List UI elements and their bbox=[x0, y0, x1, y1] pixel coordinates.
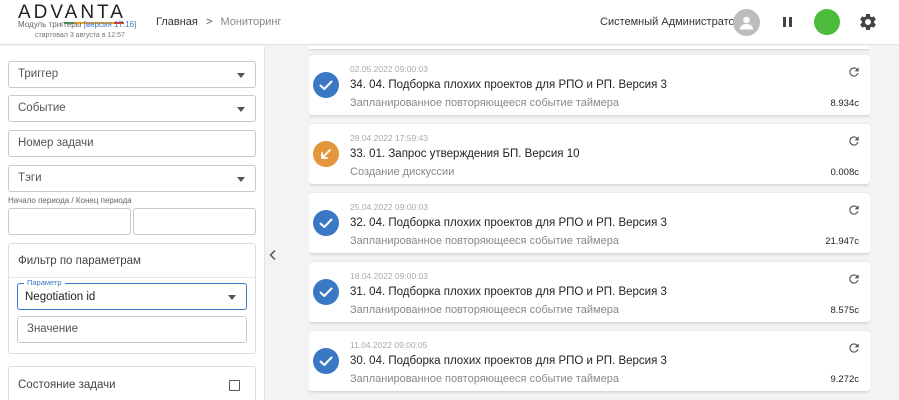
tags-select-label: Тэги bbox=[18, 172, 42, 184]
event-type: Запланированное повторяющееся событие та… bbox=[350, 235, 619, 247]
task-state-filter: Состояние задачи bbox=[8, 366, 256, 400]
caret-down-icon bbox=[228, 295, 236, 300]
task-number-placeholder: Номер задачи bbox=[18, 137, 94, 149]
caret-down-icon bbox=[237, 177, 245, 182]
breadcrumb-home[interactable]: Главная bbox=[156, 16, 198, 28]
event-title: 32. 04. Подборка плохих проектов для РПО… bbox=[350, 217, 667, 229]
caret-down-icon bbox=[237, 73, 245, 78]
caret-down-icon bbox=[237, 107, 245, 112]
refresh-icon[interactable] bbox=[847, 272, 861, 286]
event-title: 30. 04. Подборка плохих проектов для РПО… bbox=[350, 355, 667, 367]
task-state-checkbox[interactable] bbox=[229, 380, 240, 391]
check-icon bbox=[313, 348, 339, 374]
module-started: стартовал 3 августа в 12:57 bbox=[35, 32, 125, 39]
refresh-icon[interactable] bbox=[847, 341, 861, 355]
refresh-icon[interactable] bbox=[847, 134, 861, 148]
avatar[interactable] bbox=[733, 9, 760, 36]
module-version[interactable]: [версия 17.16] bbox=[84, 20, 137, 29]
app-header: ADVANTA Модуль триггеры [версия 17.16] с… bbox=[0, 0, 899, 45]
event-title: 33. 01. Запрос утверждения БП. Версия 10 bbox=[350, 148, 580, 160]
event-title: 31. 04. Подборка плохих проектов для РПО… bbox=[350, 286, 667, 298]
period-start-input[interactable] bbox=[8, 208, 131, 235]
param-filter-panel: Фильтр по параметрам Параметр Negotiatio… bbox=[8, 243, 256, 354]
event-date: 11.04.2022 09:00:05 bbox=[350, 340, 428, 350]
period-label: Начало периода / Конец периода bbox=[8, 196, 132, 205]
event-type: Запланированное повторяющееся событие та… bbox=[350, 373, 619, 385]
param-select-value: Negotiation id bbox=[25, 291, 96, 303]
pause-icon bbox=[783, 17, 786, 27]
settings-button[interactable] bbox=[858, 12, 878, 32]
event-select-label: Событие bbox=[18, 102, 66, 114]
event-card[interactable]: 28.04.2022 17:59:43 33. 01. Запрос утверж… bbox=[309, 124, 870, 184]
param-value-placeholder: Значение bbox=[27, 323, 78, 335]
event-date: 18.04.2022 09:00:03 bbox=[350, 271, 428, 281]
event-type: Создание дискуссии bbox=[350, 166, 455, 178]
event-card[interactable]: 11.04.2022 09:00:05 30. 04. Подборка плох… bbox=[309, 331, 870, 391]
refresh-icon[interactable] bbox=[847, 203, 861, 217]
breadcrumb: Главная > Мониторинг bbox=[156, 16, 281, 28]
breadcrumb-current: Мониторинг bbox=[220, 16, 282, 28]
event-title: 34. 04. Подборка плохих проектов для РПО… bbox=[350, 79, 667, 91]
event-type: Запланированное повторяющееся событие та… bbox=[350, 304, 619, 316]
check-icon bbox=[313, 279, 339, 305]
module-name: Модуль триггеры bbox=[18, 20, 82, 29]
event-card[interactable]: 02.05.2022 09:00:03 34. 04. Подборка плох… bbox=[309, 55, 870, 115]
status-indicator[interactable] bbox=[814, 9, 840, 35]
event-date: 28.04.2022 17:59:43 bbox=[350, 133, 428, 143]
trigger-select[interactable]: Триггер bbox=[8, 61, 256, 88]
param-select[interactable]: Параметр Negotiation id bbox=[17, 278, 247, 310]
event-date: 02.05.2022 09:00:03 bbox=[350, 64, 428, 74]
refresh-icon[interactable] bbox=[847, 65, 861, 79]
param-filter-title: Фильтр по параметрам bbox=[18, 255, 141, 267]
event-card[interactable]: 18.04.2022 09:00:03 31. 04. Подборка плох… bbox=[309, 262, 870, 322]
check-icon bbox=[313, 210, 339, 236]
event-duration: 9.272с bbox=[830, 374, 859, 385]
event-duration: 21.947с bbox=[825, 236, 859, 247]
event-duration: 8.575с bbox=[830, 305, 859, 316]
collapse-sidebar-button[interactable] bbox=[268, 248, 278, 261]
event-card[interactable]: 25.04.2022 09:00:03 32. 04. Подборка плох… bbox=[309, 193, 870, 253]
event-duration: 8.934с bbox=[830, 98, 859, 109]
task-number-input[interactable]: Номер задачи bbox=[8, 130, 256, 157]
trigger-select-label: Триггер bbox=[18, 68, 59, 80]
arrow-icon bbox=[313, 141, 339, 167]
event-card-partial bbox=[309, 46, 870, 49]
event-date: 25.04.2022 09:00:03 bbox=[350, 202, 428, 212]
filter-sidebar: Триггер Событие Номер задачи Тэги Начало… bbox=[0, 46, 265, 400]
events-list: 02.05.2022 09:00:03 34. 04. Подборка плох… bbox=[309, 46, 870, 400]
task-state-label: Состояние задачи bbox=[18, 379, 116, 391]
module-info: Модуль триггеры [версия 17.16] bbox=[18, 20, 136, 29]
event-select[interactable]: Событие bbox=[8, 95, 256, 122]
tags-select[interactable]: Тэги bbox=[8, 165, 256, 192]
user-icon bbox=[740, 16, 753, 30]
param-value-input[interactable]: Значение bbox=[17, 316, 247, 343]
period-end-input[interactable] bbox=[133, 208, 256, 235]
event-type: Запланированное повторяющееся событие та… bbox=[350, 97, 619, 109]
event-duration: 0.008с bbox=[830, 167, 859, 178]
param-select-label: Параметр bbox=[24, 278, 65, 287]
chevron-left-icon bbox=[269, 249, 276, 261]
pause-button[interactable] bbox=[780, 13, 796, 31]
gear-icon bbox=[860, 13, 876, 30]
pause-icon bbox=[789, 17, 792, 27]
user-name[interactable]: Системный Администратор bbox=[600, 16, 741, 28]
check-icon bbox=[313, 72, 339, 98]
breadcrumb-separator: > bbox=[205, 16, 213, 28]
